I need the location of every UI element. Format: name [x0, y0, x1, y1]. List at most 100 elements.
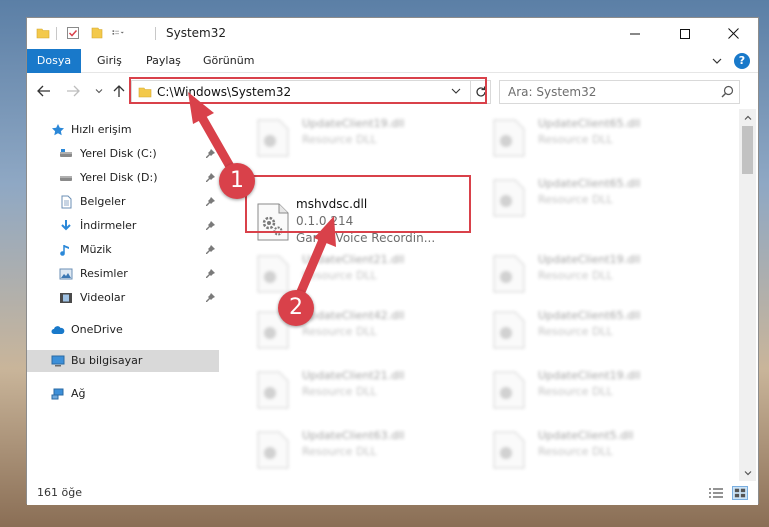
up-button[interactable]: [110, 82, 128, 100]
sidebar-item-local-disk-c[interactable]: Yerel Disk (C:): [27, 143, 222, 165]
file-tile[interactable]: UpdateClient21.dll Resource DLL: [252, 365, 472, 415]
expand-ribbon-icon[interactable]: [711, 55, 723, 67]
back-button[interactable]: [35, 82, 53, 100]
sidebar-item-label: Resimler: [80, 267, 128, 280]
file-tile[interactable]: UpdateClient65.dll Resource DLL: [488, 113, 708, 163]
dll-file-icon: [493, 255, 525, 293]
maximize-icon: [680, 28, 690, 39]
sidebar-item-label: Ağ: [71, 387, 86, 400]
properties-check-icon[interactable]: [66, 26, 80, 40]
file-tile[interactable]: UpdateClient5.dll Resource DLL: [488, 425, 708, 475]
details-view-icon[interactable]: [708, 486, 724, 500]
dll-file-icon: [493, 371, 525, 409]
forward-button[interactable]: [64, 82, 82, 100]
network-icon: [51, 388, 64, 400]
film-icon: [60, 293, 72, 303]
arrow-right-icon: [67, 85, 80, 97]
sidebar-item-music[interactable]: Müzik: [27, 239, 222, 261]
pin-icon: [206, 245, 215, 254]
sidebar-item-label: Videolar: [80, 291, 126, 304]
scroll-thumb[interactable]: [742, 126, 753, 174]
file-description: Game Voice Recordin...: [296, 231, 436, 245]
close-button[interactable]: [710, 18, 756, 49]
dll-file-icon: [257, 431, 289, 469]
chevron-down-icon: [744, 470, 751, 475]
tab-view[interactable]: Görünüm: [203, 49, 254, 73]
sidebar-item-label: Belgeler: [80, 195, 126, 208]
sidebar-item-this-pc[interactable]: Bu bilgisayar: [27, 350, 219, 372]
large-icons-view-icon[interactable]: [732, 486, 748, 500]
customize-toolbar-icon[interactable]: [112, 26, 126, 40]
pin-icon: [206, 293, 215, 302]
separator: [56, 27, 57, 40]
arrow-left-icon: [37, 85, 50, 97]
drive-icon: [60, 176, 72, 181]
pin-icon: [206, 269, 215, 278]
item-count: 161 öğe: [37, 486, 82, 499]
chevron-up-icon: [744, 115, 751, 120]
sidebar-item-label: Yerel Disk (C:): [80, 147, 157, 160]
tab-share[interactable]: Paylaş: [146, 49, 181, 73]
sidebar-item-label: OneDrive: [71, 323, 123, 336]
file-highlight-box: [245, 175, 471, 233]
sidebar-item-quick-access[interactable]: Hızlı erişim: [27, 119, 222, 141]
sidebar-item-label: Bu bilgisayar: [71, 354, 143, 367]
sidebar-item-onedrive[interactable]: OneDrive: [27, 319, 222, 341]
sidebar-item-label: Yerel Disk (D:): [80, 171, 158, 184]
vertical-scrollbar[interactable]: [739, 109, 756, 481]
pin-icon: [206, 149, 215, 158]
folder-icon[interactable]: [36, 26, 50, 40]
dll-file-icon: [493, 311, 525, 349]
cloud-icon: [51, 326, 65, 334]
sidebar-item-label: Hızlı erişim: [71, 123, 132, 136]
file-tile[interactable]: UpdateClient21.dll Resource DLL: [252, 249, 472, 299]
minimize-button[interactable]: [612, 18, 658, 49]
sidebar-item-documents[interactable]: Belgeler: [27, 191, 222, 213]
address-highlight-box: [129, 77, 487, 104]
close-icon: [727, 28, 739, 39]
file-tile[interactable]: UpdateClient19.dll Resource DLL: [252, 113, 472, 163]
picture-icon: [59, 268, 73, 280]
tab-file[interactable]: Dosya: [27, 49, 81, 73]
scroll-down-button[interactable]: [739, 464, 756, 481]
dll-file-icon: [257, 371, 289, 409]
window-title: System32: [166, 26, 227, 40]
step-2-badge: 2: [278, 290, 314, 326]
dll-file-icon: [493, 179, 525, 217]
search-box[interactable]: Ara: System32: [499, 80, 740, 104]
separator: [155, 27, 156, 40]
arrow-up-icon: [113, 85, 125, 97]
sidebar-item-network[interactable]: Ağ: [27, 383, 222, 405]
drive-icon: [60, 149, 72, 157]
step-1-badge: 1: [219, 163, 255, 199]
new-folder-icon[interactable]: [90, 26, 104, 40]
dll-file-icon: [257, 255, 289, 293]
file-tile[interactable]: UpdateClient63.dll Resource DLL: [252, 425, 472, 475]
scroll-up-button[interactable]: [739, 109, 756, 126]
file-tile[interactable]: UpdateClient19.dll Resource DLL: [488, 365, 708, 415]
dll-file-icon: [493, 119, 525, 157]
chevron-down-icon: [95, 89, 103, 94]
file-tile[interactable]: UpdateClient65.dll Resource DLL: [488, 173, 708, 223]
pin-icon: [206, 197, 215, 206]
star-icon: [52, 124, 64, 136]
pin-icon: [206, 221, 215, 230]
tab-home[interactable]: Giriş: [97, 49, 122, 73]
sidebar-item-pictures[interactable]: Resimler: [27, 263, 222, 285]
search-icon[interactable]: [721, 85, 734, 98]
download-icon: [61, 220, 71, 231]
maximize-button[interactable]: [662, 18, 708, 49]
pin-icon: [206, 173, 215, 182]
minimize-icon: [630, 33, 640, 34]
search-input[interactable]: Ara: System32: [508, 85, 596, 99]
sidebar-item-local-disk-d[interactable]: Yerel Disk (D:): [27, 167, 222, 189]
recent-locations-button[interactable]: [90, 82, 108, 100]
sidebar-item-downloads[interactable]: İndirmeler: [27, 215, 222, 237]
dll-file-icon: [493, 431, 525, 469]
sidebar-item-videos[interactable]: Videolar: [27, 287, 222, 309]
file-tile[interactable]: UpdateClient65.dll Resource DLL: [488, 305, 708, 355]
help-button[interactable]: ?: [734, 53, 750, 69]
file-tile[interactable]: UpdateClient19.dll Resource DLL: [488, 249, 708, 299]
sidebar-item-label: Müzik: [80, 243, 112, 256]
sidebar-item-label: İndirmeler: [80, 219, 137, 232]
